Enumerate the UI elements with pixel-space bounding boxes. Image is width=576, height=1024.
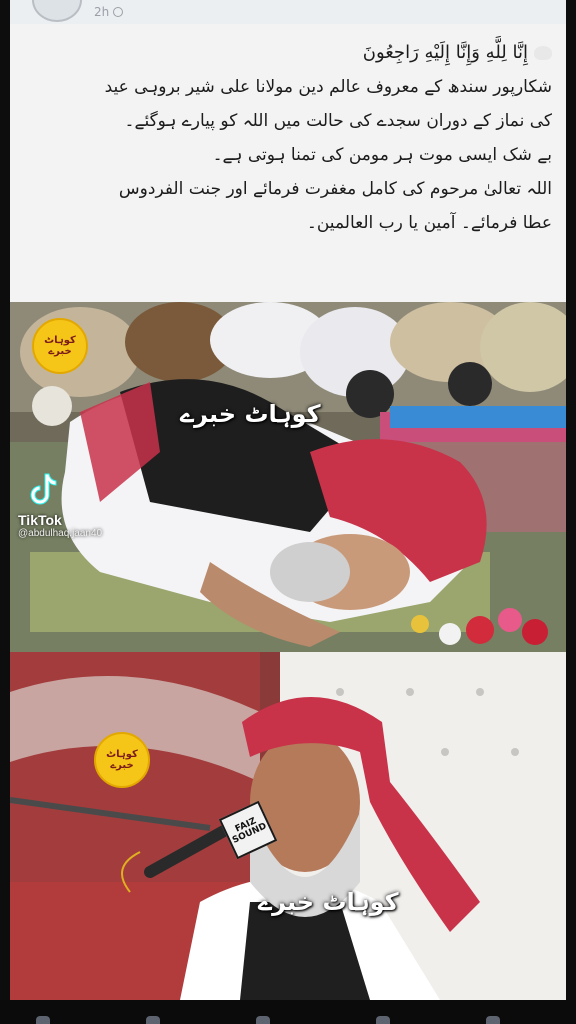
nav-home-icon[interactable] [36, 1016, 50, 1024]
post-photo-portrait[interactable] [10, 652, 566, 1000]
tiktok-watermark: TikTok @abdulhaq.jaan40 [18, 472, 102, 539]
nav-notifications-icon[interactable] [376, 1016, 390, 1024]
post-meta: 2h [94, 4, 124, 20]
tiktok-label: TikTok [18, 512, 62, 528]
post-line: کی نماز کے دوران سجدے کی حالت میں اللہ ک… [124, 111, 552, 131]
nav-friends-icon[interactable] [256, 1016, 270, 1024]
nav-menu-icon[interactable] [486, 1016, 500, 1024]
heart-icon [534, 46, 552, 60]
tiktok-logo-icon [30, 473, 57, 505]
post-line: عطا فرمائے۔ آمین یا رب العالمین۔ [306, 213, 552, 233]
post-timestamp[interactable]: 2h [94, 5, 109, 19]
post-line: شکارپور سندھ کے معروف عالم دین مولانا عل… [104, 77, 552, 97]
watermark-text: کوہاٹ خبرے [180, 400, 321, 428]
avatar[interactable] [32, 0, 82, 22]
post-line: بے شک ایسی موت ہر مومن کی تمنا ہوتی ہے۔ [212, 145, 552, 165]
post-line: إِنَّا لِلَّهِ وَإِنَّا إِلَيْهِ رَاجِعُ… [24, 36, 552, 70]
nav-watch-icon[interactable] [146, 1016, 160, 1024]
post-card: 2h إِنَّا لِلَّهِ وَإِنَّا إِلَيْهِ رَاج… [10, 0, 566, 1000]
globe-icon [113, 7, 124, 17]
post-line: اللہ تعالیٰ مرحوم کی کامل مغفرت فرمائے ا… [118, 179, 552, 199]
news-badge-logo: کوہاٹ خبرے [32, 318, 88, 374]
post-body: إِنَّا لِلَّهِ وَإِنَّا إِلَيْهِ رَاجِعُ… [24, 36, 552, 240]
post-header: 2h [10, 0, 566, 24]
news-badge-logo: کوہاٹ خبرے [94, 732, 150, 788]
tiktok-handle: @abdulhaq.jaan40 [18, 528, 103, 539]
watermark-text: کوہاٹ خبرے [258, 888, 399, 916]
